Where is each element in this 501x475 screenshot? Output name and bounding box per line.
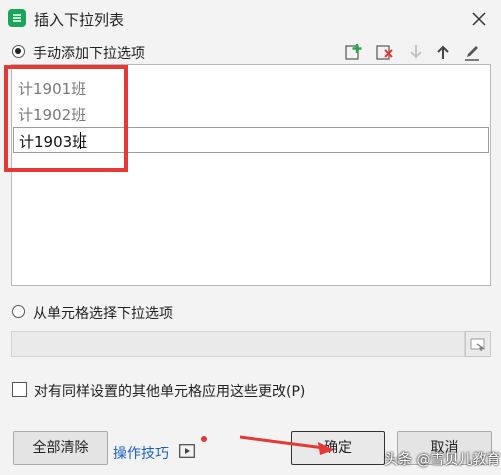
cell-range-input[interactable] xyxy=(11,331,465,357)
apply-to-others-label: 对有同样设置的其他单元格应用这些更改(P) xyxy=(34,384,306,400)
app-logo-icon xyxy=(8,9,26,27)
add-item-icon[interactable] xyxy=(343,41,365,63)
close-icon[interactable] xyxy=(468,8,490,30)
cell-option-label: 从单元格选择下拉选项 xyxy=(33,306,173,322)
manual-option-radio[interactable] xyxy=(12,45,25,58)
notification-dot xyxy=(201,436,207,442)
annotation-highlight-box xyxy=(4,65,128,172)
move-up-icon[interactable] xyxy=(432,41,454,63)
manual-option-label: 手动添加下拉选项 xyxy=(33,46,145,62)
move-down-icon[interactable] xyxy=(405,41,427,63)
delete-item-icon[interactable] xyxy=(374,41,396,63)
clear-all-button[interactable]: 全部清除 xyxy=(13,431,108,465)
cell-option-radio[interactable] xyxy=(12,305,25,318)
edit-icon[interactable] xyxy=(461,41,483,63)
range-picker-button[interactable] xyxy=(465,331,491,357)
apply-to-others-checkbox[interactable] xyxy=(12,382,27,397)
video-tutorial-icon[interactable] xyxy=(179,444,195,458)
annotation-arrow xyxy=(239,435,334,455)
dialog-title: 插入下拉列表 xyxy=(34,11,125,29)
watermark-text: 头条 @雪贝儿教育 xyxy=(384,452,501,468)
tips-link[interactable]: 操作技巧 xyxy=(113,443,169,463)
